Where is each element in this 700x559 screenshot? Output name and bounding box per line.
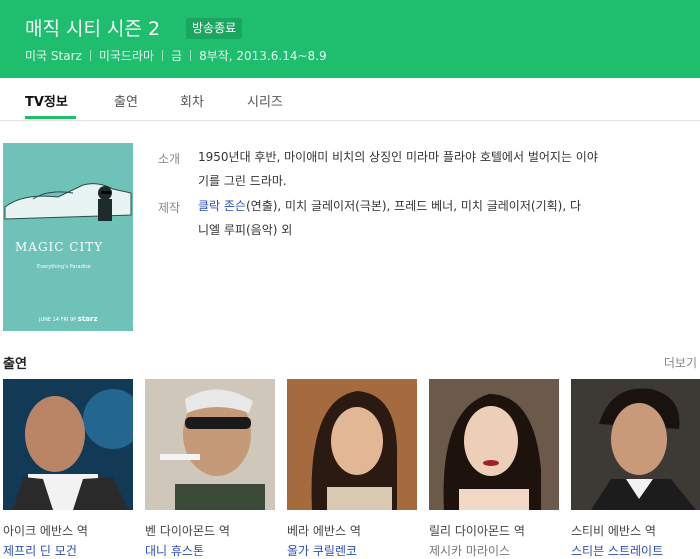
tab-cast[interactable]: 출연 — [114, 91, 138, 110]
more-link[interactable]: 더보기 — [664, 354, 697, 371]
meta-divider — [89, 50, 91, 61]
intro-line-2: 기를 그린 드라마. — [198, 174, 287, 188]
meta-genre[interactable]: 미국드라마 — [99, 49, 154, 63]
actor-photo[interactable] — [571, 379, 700, 510]
intro-label: 소개 — [158, 152, 181, 166]
cast-actor-link[interactable]: 제프리 딘 모건 — [3, 542, 133, 559]
poster-date: JUNE 14 FRI 9P starz — [39, 315, 98, 323]
poster-tagline: Everything's Paradise — [37, 264, 91, 270]
meta-divider — [190, 50, 192, 61]
cast-role: 아이크 에반스 역 — [3, 524, 88, 538]
actor-photo[interactable] — [429, 379, 559, 510]
cast-card[interactable]: 벤 다이아몬드 역 대니 휴스톤 — [145, 379, 275, 559]
program-poster[interactable]: MAGIC CITY Everything's Paradise JUNE 14… — [3, 143, 133, 331]
meta-divider — [162, 50, 164, 61]
cast-card[interactable]: 아이크 에반스 역 제프리 딘 모건 — [3, 379, 143, 559]
cast-actor-link[interactable]: 대니 휴스톤 — [145, 542, 275, 559]
program-meta: 미국 Starz 미국드라마 금 8부작, 2013.6.14~8.9 — [25, 47, 355, 64]
cast-section-title: 출연 — [3, 357, 27, 372]
intro-line-1: 1950년대 후반, 마이애미 비치의 상징인 미라마 플라야 호텔에서 벌어지… — [198, 150, 598, 164]
active-tab-indicator — [25, 116, 76, 119]
actor-photo[interactable] — [145, 379, 275, 510]
cast-card[interactable]: 스티비 에반스 역 스티븐 스트레이트 — [571, 379, 700, 559]
cast-card[interactable]: 릴리 다이아몬드 역 제시카 마라이스 — [429, 379, 559, 559]
cast-role: 벤 다이아몬드 역 — [145, 524, 230, 538]
production-label: 제작 — [158, 201, 181, 215]
tab-series[interactable]: 시리즈 — [247, 91, 283, 110]
tab-bar: TV정보 출연 회차 시리즈 — [0, 78, 700, 121]
cast-role: 릴리 다이아몬드 역 — [429, 524, 525, 538]
actor-photo[interactable] — [287, 379, 417, 510]
cast-role: 스티비 에반스 역 — [571, 524, 656, 538]
meta-day: 금 — [171, 49, 183, 63]
intro-text: 1950년대 후반, 마이애미 비치의 상징인 미라마 플라야 호텔에서 벌어지… — [198, 145, 678, 193]
meta-episodes: 8부작, 2013.6.14~8.9 — [199, 49, 327, 63]
cast-card[interactable]: 베라 에반스 역 올가 쿠릴렌코 — [287, 379, 417, 559]
production-text: 클락 존슨(연출), 미치 글레이저(극본), 프레드 베너, 미치 글레이저(… — [198, 194, 678, 242]
program-header: 매직 시티 시즌 2 방송종료 미국 Starz 미국드라마 금 8부작, 2013.… — [0, 0, 700, 78]
actor-photo[interactable] — [3, 379, 143, 514]
cast-actor-name: 제시카 마라이스 — [429, 544, 511, 558]
car-illustration — [4, 183, 132, 221]
tab-episodes[interactable]: 회차 — [180, 91, 204, 110]
cast-actor-link[interactable]: 올가 쿠릴렌코 — [287, 542, 417, 559]
director-link[interactable]: 클락 존슨 — [198, 199, 246, 213]
cast-role: 베라 에반스 역 — [287, 524, 361, 538]
status-badge: 방송종료 — [186, 18, 243, 39]
production-line-2: 니엘 루피(음악) 외 — [198, 223, 293, 237]
cast-actor-link[interactable]: 스티븐 스트레이트 — [571, 542, 700, 559]
tab-tv-info[interactable]: TV정보 — [25, 91, 68, 110]
production-credits: (연출), 미치 글레이저(극본), 프레드 베너, 미치 글레이저(기획), … — [245, 199, 581, 213]
poster-title: MAGIC CITY — [15, 240, 104, 254]
meta-network[interactable]: 미국 Starz — [25, 49, 82, 63]
program-title: 매직 시티 시즌 2 — [25, 18, 161, 40]
